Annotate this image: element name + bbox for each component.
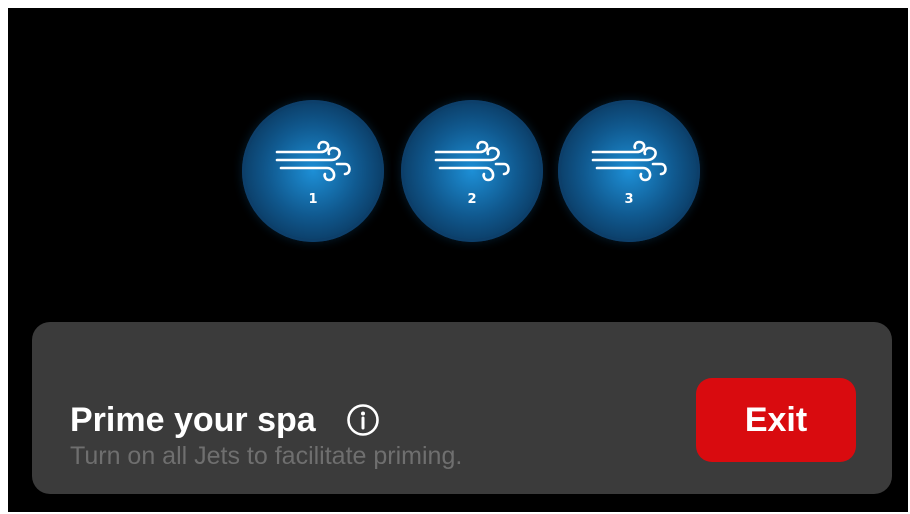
jet-number-label: 1 xyxy=(308,192,318,207)
jet-2-button[interactable]: 2 xyxy=(401,100,543,242)
panel-title: Prime your spa xyxy=(70,400,316,439)
jet-number-label: 2 xyxy=(467,192,477,207)
jet-number-label: 3 xyxy=(624,192,634,207)
exit-button[interactable]: Exit xyxy=(696,378,856,462)
panel-subtitle: Turn on all Jets to facilitate priming. xyxy=(70,442,463,470)
wind-icon xyxy=(591,140,667,182)
wind-icon xyxy=(434,140,510,182)
jet-1-button[interactable]: 1 xyxy=(242,100,384,242)
jet-buttons-row: 1 2 3 xyxy=(8,100,908,242)
jet-3-button[interactable]: 3 xyxy=(558,100,700,242)
panel-title-row: Prime your spa xyxy=(70,398,380,442)
spa-screen: 1 2 3 Prime your spa Turn on all Jets to… xyxy=(8,8,908,512)
info-icon[interactable] xyxy=(346,403,380,437)
wind-icon xyxy=(275,140,351,182)
prime-spa-panel: Prime your spa Turn on all Jets to facil… xyxy=(32,322,892,494)
